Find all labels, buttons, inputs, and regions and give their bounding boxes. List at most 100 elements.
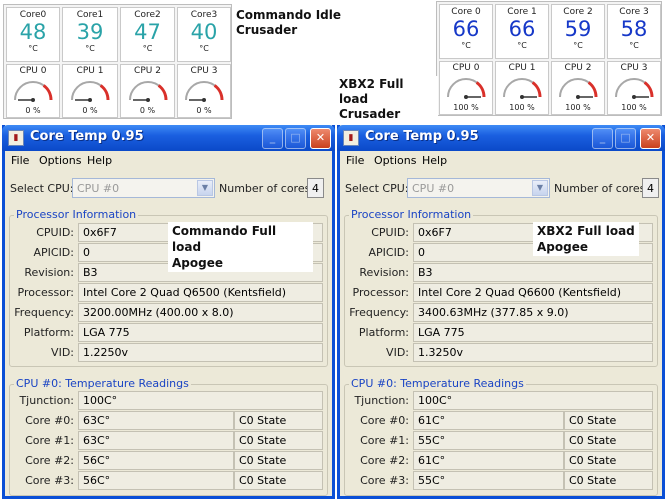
gauge-red-zone: [213, 84, 224, 101]
menu-file[interactable]: File: [346, 154, 364, 167]
core-row-temp: 56C°: [78, 451, 234, 470]
core-row-temp: 55C°: [413, 471, 564, 490]
gauge-hub: [145, 98, 150, 102]
menu-help[interactable]: Help: [87, 154, 112, 167]
caption-idle: Commando Idle Crusader: [233, 7, 345, 39]
core-temp: 40: [190, 20, 218, 44]
core-row-label: Core #2:: [25, 454, 74, 467]
core-label: Core 2: [563, 7, 593, 17]
gauge-arc: [128, 81, 167, 101]
core-temp: 39: [76, 20, 104, 44]
core-row-state: C0 State: [234, 431, 323, 450]
gauge-hub: [464, 95, 468, 99]
gauge-red-zone: [42, 84, 53, 101]
meter-percent: 0 %: [25, 106, 41, 115]
chevron-down-icon[interactable]: ▼: [532, 180, 548, 196]
menu-file[interactable]: File: [11, 154, 29, 167]
cpu-meter: CPU 3 0 %: [177, 64, 231, 118]
title-bar[interactable]: ▮ Core Temp 0.95 _ □ ✕: [337, 125, 665, 151]
menu-options[interactable]: Options: [39, 154, 81, 167]
meter-percent: 100 %: [509, 103, 535, 112]
num-cores-value: 4: [307, 178, 324, 198]
core-label: Core0: [19, 10, 47, 20]
core-cell: Core 1 66 °C: [495, 4, 549, 59]
processor-info-title: Processor Information: [14, 208, 139, 221]
info-row: Processor: Intel Core 2 Quad Q6600 (Kents…: [340, 283, 662, 303]
gauge-hub: [31, 98, 35, 102]
cpu-meter: CPU 0 0 %: [6, 64, 60, 118]
cpu-meter: CPU 2 0 %: [120, 64, 175, 118]
meter-label: CPU 2: [134, 66, 161, 76]
cpu-select-dropdown[interactable]: CPU #0 ▼: [407, 178, 550, 198]
chevron-down-icon[interactable]: ▼: [197, 180, 213, 196]
overlay-line: XBX2 Full load: [537, 224, 635, 238]
cpu-meter: CPU 3 100 %: [607, 61, 661, 115]
core-cell: Core1 39 °C: [62, 7, 118, 62]
meter-label: CPU 0: [19, 66, 47, 76]
gauge-icon: [128, 81, 167, 102]
title-bar[interactable]: ▮ Core Temp 0.95 _ □ ✕: [2, 125, 335, 151]
gauge-hub: [88, 98, 92, 102]
core-temp: 48: [19, 20, 47, 44]
gauge-arc: [503, 78, 541, 98]
processor-info-title: Processor Information: [349, 208, 474, 221]
app-icon[interactable]: ▮: [8, 130, 24, 146]
app-icon[interactable]: ▮: [343, 130, 359, 146]
menu-help[interactable]: Help: [422, 154, 447, 167]
meter-percent: 100 %: [565, 103, 591, 112]
gauge-arc: [185, 81, 223, 101]
core-temp-row: Core #1: 63C° C0 State: [5, 431, 332, 451]
close-icon[interactable]: ✕: [310, 128, 331, 149]
meter-percent: 100 %: [621, 103, 647, 112]
maximize-icon[interactable]: □: [615, 128, 636, 149]
gauge-icon: [615, 78, 654, 99]
minimize-icon[interactable]: _: [592, 128, 613, 149]
overlay-label: Commando Full load Apogee: [168, 222, 313, 272]
gauge-hub: [202, 98, 206, 102]
info-value: 3200.00MHz (400.00 x 8.0): [78, 303, 323, 322]
core-row-label: Core #1:: [25, 434, 74, 447]
gauge-red-zone: [643, 81, 654, 98]
meter-label: CPU 3: [620, 63, 648, 73]
meter-label: CPU 0: [452, 63, 480, 73]
caption-line: XBX2 Full load: [339, 77, 404, 106]
core-row-temp: 61C°: [413, 411, 564, 430]
caption-line: Commando Idle: [236, 8, 342, 22]
minimize-icon[interactable]: _: [262, 128, 283, 149]
info-row: VID: 1.2250v: [5, 343, 332, 363]
core-unit: °C: [517, 41, 527, 50]
info-label: APICID:: [33, 246, 74, 259]
core-temp-row: Core #2: 61C° C0 State: [340, 451, 662, 471]
core-label: Core 3: [619, 7, 649, 17]
close-icon[interactable]: ✕: [640, 128, 661, 149]
overlay-line: Apogee: [537, 240, 588, 254]
tjunction-value: 100C°: [413, 391, 653, 410]
gauge-red-zone: [531, 81, 542, 98]
tjunction-row: Tjunction: 100C°: [5, 391, 332, 411]
core-row-label: Core #0:: [360, 414, 409, 427]
info-value: 3400.63MHz (377.85 x 9.0): [413, 303, 653, 322]
maximize-icon[interactable]: □: [285, 128, 306, 149]
core-row-label: Core #3:: [360, 474, 409, 487]
tjunction-row: Tjunction: 100C°: [340, 391, 662, 411]
cpu-select-dropdown[interactable]: CPU #0 ▼: [72, 178, 215, 198]
info-label: Frequency:: [14, 306, 74, 319]
temperature-title: CPU #0: Temperature Readings: [14, 377, 191, 390]
core-unit: °C: [28, 44, 38, 53]
core-row-state: C0 State: [564, 471, 653, 490]
num-cores-label: Number of cores: [219, 182, 311, 195]
core-row-temp: 63C°: [78, 411, 234, 430]
core-unit: °C: [142, 44, 153, 53]
gauge-red-zone: [157, 84, 167, 101]
caption-full-load: XBX2 Full load Crusader: [336, 76, 438, 123]
core-row-state: C0 State: [564, 411, 653, 430]
info-value: 1.2250v: [78, 343, 323, 362]
menu-options[interactable]: Options: [374, 154, 416, 167]
info-row: Processor: Intel Core 2 Quad Q6500 (Kents…: [5, 283, 332, 303]
info-row: VID: 1.3250v: [340, 343, 662, 363]
core-temp-row: Core #1: 55C° C0 State: [340, 431, 662, 451]
core-row-state: C0 State: [564, 451, 653, 470]
core-unit: °C: [629, 41, 639, 50]
core-temp: 58: [620, 17, 648, 41]
core-row-temp: 55C°: [413, 431, 564, 450]
